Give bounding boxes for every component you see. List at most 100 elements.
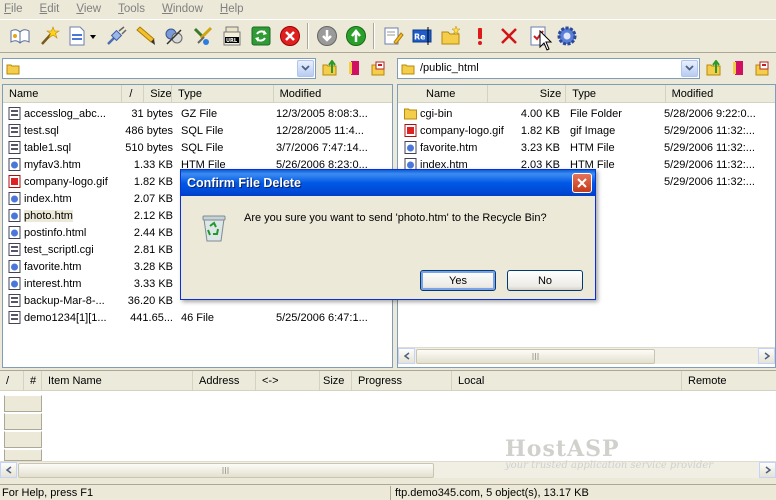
col-remote[interactable]: Remote: [682, 371, 772, 391]
menu-help[interactable]: Help: [220, 3, 244, 15]
col-size[interactable]: Size: [320, 371, 352, 391]
connect-book-icon[interactable]: [5, 22, 34, 50]
local-header: Name / Size Type Modified: [3, 85, 392, 103]
table-row[interactable]: company-logo.gif 1.82 KB: [8, 174, 175, 191]
remote-horizontal-scrollbar[interactable]: [398, 347, 775, 364]
col-direction[interactable]: <->: [256, 371, 320, 391]
menu-view[interactable]: View: [76, 3, 101, 15]
col-modified[interactable]: Modified: [274, 85, 392, 103]
dialog-title-bar[interactable]: Confirm File Delete: [181, 170, 595, 196]
table-row[interactable]: favorite.htm 3.28 KB: [8, 259, 175, 276]
folder-icon: [6, 64, 20, 74]
watermark-brand: HostASP: [505, 436, 620, 462]
refresh-icon[interactable]: [246, 22, 275, 50]
up-folder-icon[interactable]: [703, 58, 724, 79]
col-address[interactable]: Address: [193, 371, 256, 391]
toolbar-separator: [373, 23, 375, 49]
menu-edit[interactable]: Edit: [40, 3, 60, 15]
url-icon[interactable]: URL: [217, 22, 246, 50]
status-help-text: For Help, press F1: [2, 486, 94, 499]
col-type[interactable]: Type: [172, 85, 274, 103]
col-sort[interactable]: /: [0, 371, 24, 391]
folder-icon: [401, 64, 415, 74]
table-row[interactable]: accesslog_abc... 31 bytes GZ File 12/3/2…: [8, 106, 391, 123]
menu-window[interactable]: Window: [162, 3, 203, 15]
col-progress[interactable]: Progress: [352, 371, 452, 391]
mouse-cursor-icon: [539, 30, 553, 51]
local-path-bar: [2, 55, 392, 81]
pencil-icon[interactable]: [130, 22, 159, 50]
delete-icon[interactable]: [494, 22, 523, 50]
table-row[interactable]: interest.htm 3.33 KB: [8, 276, 175, 293]
alert-icon[interactable]: [465, 22, 494, 50]
col-number[interactable]: #: [24, 371, 42, 391]
close-icon[interactable]: [572, 173, 592, 193]
upload-arrow-icon[interactable]: [341, 22, 370, 50]
download-arrow-icon[interactable]: [312, 22, 341, 50]
watermark: HostASP your trusted application service…: [505, 436, 713, 471]
home-folder-icon[interactable]: [367, 58, 388, 79]
table-row[interactable]: table1.sql 510 bytes SQL File 3/7/2006 7…: [8, 140, 391, 157]
local-path-combo[interactable]: [2, 57, 316, 79]
col-item-name[interactable]: Item Name: [42, 371, 193, 391]
image-file-icon: [404, 123, 417, 137]
scroll-thumb[interactable]: [18, 462, 434, 478]
edit-icon[interactable]: [378, 22, 407, 50]
dialog-title: Confirm File Delete: [187, 176, 301, 190]
dialog-message: Are you sure you want to send 'photo.htm…: [244, 212, 547, 224]
scroll-right-icon[interactable]: [759, 462, 776, 478]
home-folder-icon[interactable]: [751, 58, 772, 79]
table-row[interactable]: test.sql 486 bytes SQL File 12/28/2005 1…: [8, 123, 391, 140]
menu-bar: File Edit View Tools Window Help: [0, 0, 776, 18]
new-file-icon[interactable]: [63, 22, 101, 50]
table-row[interactable]: index.htm 2.07 KB: [8, 191, 175, 208]
svg-text:Re: Re: [414, 33, 426, 42]
yes-button[interactable]: Yes: [420, 270, 496, 291]
table-row[interactable]: test_scriptl.cgi 2.81 KB: [8, 242, 175, 259]
queue-row-header: [4, 449, 42, 461]
stop-icon[interactable]: [275, 22, 304, 50]
scroll-thumb[interactable]: [416, 348, 655, 364]
table-row[interactable]: photo.htm 2.12 KB: [8, 208, 175, 225]
col-name[interactable]: Name: [398, 85, 488, 103]
html-file-icon: [8, 259, 21, 273]
remote-path-text: /public_html: [420, 62, 479, 74]
no-button[interactable]: No: [507, 270, 583, 291]
table-row[interactable]: favorite.htm 3.23 KB HTM File 5/29/2006 …: [404, 140, 774, 157]
wizard-icon[interactable]: [34, 22, 63, 50]
col-local[interactable]: Local: [452, 371, 682, 391]
file-icon: [8, 123, 21, 137]
chevron-down-icon[interactable]: [297, 59, 314, 77]
transfer-icon[interactable]: [159, 22, 188, 50]
new-folder-icon[interactable]: [436, 22, 465, 50]
up-folder-icon[interactable]: [319, 58, 340, 79]
col-sort[interactable]: /: [122, 85, 145, 103]
rename-icon[interactable]: Re: [407, 22, 436, 50]
col-name[interactable]: Name: [3, 85, 123, 103]
table-row[interactable]: company-logo.gif 1.82 KB gif Image 5/29/…: [404, 123, 774, 140]
disconnect-plug-icon[interactable]: [101, 22, 130, 50]
menu-file[interactable]: File: [4, 3, 23, 15]
folder-icon: [404, 108, 417, 120]
remote-path-combo[interactable]: /public_html: [397, 57, 700, 79]
col-size[interactable]: Size: [144, 85, 173, 103]
queue-row-header: [4, 413, 42, 430]
scroll-left-icon[interactable]: [0, 462, 17, 478]
scroll-left-icon[interactable]: [398, 348, 415, 364]
bookmark-icon[interactable]: [343, 58, 364, 79]
table-row[interactable]: cgi-bin 4.00 KB File Folder 5/28/2006 9:…: [404, 106, 774, 123]
table-row[interactable]: postinfo.html 2.44 KB: [8, 225, 175, 242]
bookmark-icon[interactable]: [727, 58, 748, 79]
scroll-right-icon[interactable]: [758, 348, 775, 364]
table-row[interactable]: backup-Mar-8-... 36.20 KB: [8, 293, 175, 310]
settings-gear-icon[interactable]: [552, 22, 581, 50]
tools-icon[interactable]: [188, 22, 217, 50]
svg-text:URL: URL: [226, 38, 238, 44]
col-type[interactable]: Type: [566, 85, 666, 103]
col-size[interactable]: Size: [488, 85, 567, 103]
html-file-icon: [8, 157, 21, 171]
chevron-down-icon[interactable]: [681, 59, 698, 77]
table-row[interactable]: demo1234[1][1... 441.65... 46 File 5/25/…: [8, 310, 391, 327]
col-modified[interactable]: Modified: [666, 85, 775, 103]
menu-tools[interactable]: Tools: [118, 3, 145, 15]
